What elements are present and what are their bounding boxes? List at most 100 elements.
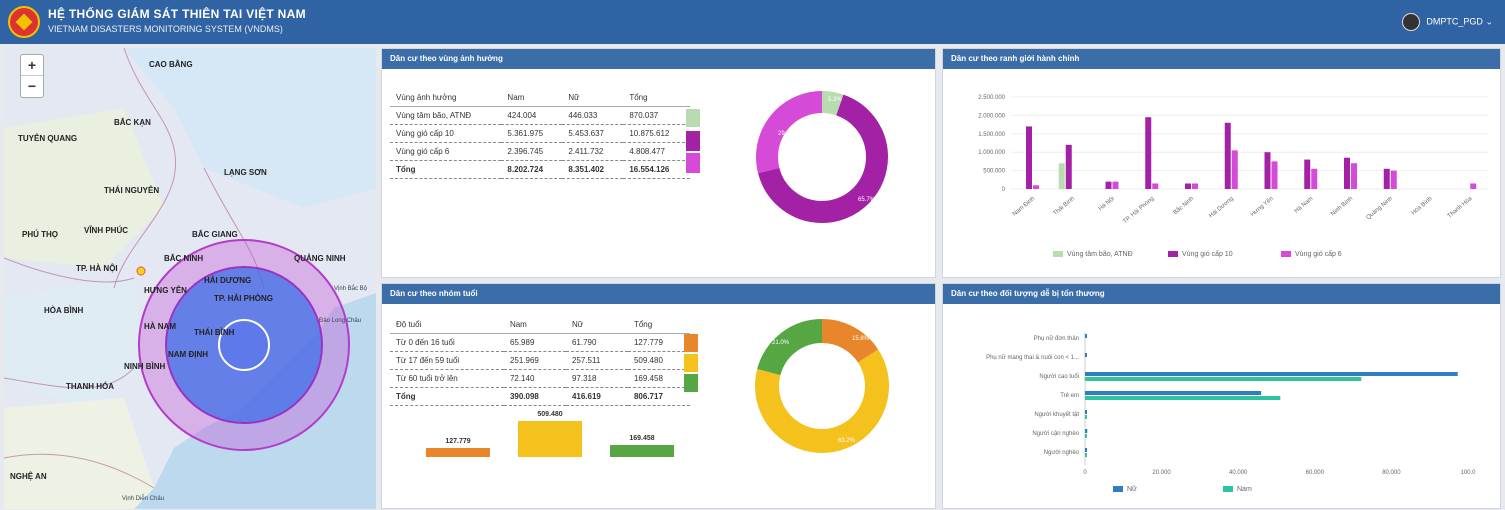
table-row: Từ 60 tuổi trở lên 72.140 97.318 169.458	[390, 369, 690, 388]
legend-swatch	[684, 354, 698, 372]
province-label: QUẢNG NINH	[294, 254, 346, 263]
table-row: Từ 0 đến 16 tuổi 65.989 61.790 127.779	[390, 333, 690, 352]
x-tick-label: Hưng Yên	[1250, 196, 1275, 218]
province-label: CAO BẰNG	[149, 60, 193, 69]
bar	[1271, 161, 1278, 189]
legend-item: Nữ	[1113, 486, 1137, 493]
x-tick-label: Hòa Bình	[1411, 196, 1434, 217]
y-tick-label: 1.000.000	[978, 150, 1005, 156]
bar	[1085, 396, 1281, 400]
col-header: Nữ	[562, 89, 624, 107]
admin-bar-chart: 2.500.000 2.000.000 1.500.000 1.000.000 500.…	[978, 95, 1488, 225]
age-group-panel: Dân cư theo nhóm tuổi Độ tuổi Nam Nữ Tổng T…	[381, 283, 936, 509]
x-tick-label: Ninh Bình	[1330, 196, 1354, 218]
zoom-out-button[interactable]: −	[21, 76, 43, 97]
table-row: Vùng gió cấp 10 5.361.975 5.453.637 10.875.…	[390, 124, 690, 143]
age-bar	[610, 445, 674, 457]
legend-swatch	[686, 153, 700, 173]
donut-label: 21.0%	[772, 340, 790, 346]
bar	[1085, 448, 1087, 452]
bar	[1231, 150, 1238, 189]
bar	[1224, 122, 1231, 189]
bar	[1390, 170, 1397, 189]
bar	[1383, 168, 1390, 189]
panel-title: Dân cư theo vùng ảnh hưởng	[382, 49, 935, 69]
bar	[1058, 163, 1065, 189]
x-tick-label: Hải Dương	[1208, 196, 1235, 220]
province-label: TP. HẢI PHÒNG	[214, 294, 273, 303]
province-label: HƯNG YÊN	[144, 286, 187, 295]
col-header: Nam	[503, 316, 566, 334]
legend-swatch	[684, 374, 698, 392]
bar	[1185, 183, 1191, 189]
category-label: Người khuyết tật	[1034, 412, 1079, 418]
province-label: TUYÊN QUANG	[18, 134, 78, 143]
province-label: THANH HÓA	[66, 382, 114, 391]
y-tick-label: 500.000	[983, 169, 1005, 175]
disaster-map[interactable]: + − CAO BẰNG BẮC KẠN TUYÊN QUANG LẠNG SƠ…	[4, 48, 376, 509]
category-label: Người cao tuổi	[1039, 373, 1079, 380]
legend-item: Vùng tâm bão, ATNĐ	[1053, 251, 1133, 258]
bar	[1085, 391, 1262, 395]
bar	[1026, 126, 1032, 189]
age-bar	[426, 447, 490, 457]
zoom-in-button[interactable]: +	[21, 55, 43, 76]
bar	[1085, 334, 1087, 338]
bar	[1085, 434, 1087, 438]
avatar	[1402, 13, 1421, 31]
age-group-table: Độ tuổi Nam Nữ Tổng Từ 0 đến 16 tuổi 65.989 6…	[390, 316, 690, 406]
category-label: Người cận nghèo	[1032, 431, 1079, 437]
user-menu[interactable]: DMPTC_PGD ⌄	[1402, 13, 1493, 31]
bar	[1085, 410, 1087, 414]
y-tick-label: 0	[1002, 187, 1006, 193]
table-row: Từ 17 đến 59 tuổi 251.969 257.511 509.480	[390, 351, 690, 370]
col-header: Độ tuổi	[390, 316, 504, 334]
province-label: THÁI BÌNH	[194, 328, 235, 337]
chevron-down-icon: ⌄	[1485, 16, 1493, 27]
y-tick-label: 2.000.000	[978, 113, 1005, 119]
x-tick-label: 20.000	[1152, 470, 1171, 476]
bar	[1304, 159, 1311, 189]
x-tick-label: 0	[1083, 470, 1087, 476]
province-label: BẮC GIANG	[192, 230, 238, 239]
x-tick-label: TP. Hải Phòng	[1122, 196, 1155, 225]
bar	[1085, 353, 1087, 357]
province-label: BẮC NINH	[164, 254, 204, 263]
bar	[1085, 429, 1088, 433]
x-tick-label: Hà Nam	[1294, 196, 1315, 215]
bar	[1145, 117, 1152, 189]
map-base	[4, 48, 376, 509]
sea-label: Vịnh Diễn Châu	[122, 496, 165, 502]
bar	[1152, 183, 1159, 189]
province-label: LẠNG SƠN	[224, 168, 267, 177]
province-label: HÀ NAM	[144, 322, 176, 331]
x-tick-label: 80.000	[1382, 470, 1401, 476]
legend-swatch	[686, 131, 700, 151]
donut-label: 15.8%	[852, 336, 870, 342]
province-label: THÁI NGUYÊN	[104, 186, 160, 195]
donut-label: 63.2%	[838, 438, 856, 444]
legend-swatch	[686, 109, 700, 127]
x-tick-label: Quảng Ninh	[1366, 196, 1394, 221]
age-bar	[518, 421, 582, 457]
bar	[1065, 144, 1072, 189]
bar	[1085, 415, 1087, 419]
col-header: Tổng	[627, 316, 690, 334]
donut-label: 5.3%	[828, 97, 842, 103]
province-label: NGHỆ AN	[10, 472, 47, 481]
zoom-controls: + −	[20, 54, 44, 98]
category-label: Người nghèo	[1044, 450, 1080, 456]
age-bar-label: 169.458	[629, 435, 655, 443]
donut-chart: 5.3% 29.0% 65.7%	[756, 91, 888, 223]
bar	[1344, 157, 1350, 189]
age-bar-label: 127.779	[445, 437, 471, 445]
x-tick-label: Nam Định	[1012, 196, 1036, 218]
legend-item: Nam	[1223, 486, 1252, 493]
app-subtitle: VIETNAM DISASTERS MONITORING SYSTEM (VND…	[48, 24, 283, 34]
bar	[1085, 453, 1087, 457]
bar	[1112, 181, 1119, 189]
bar	[1470, 183, 1477, 189]
table-total-row: Tổng 8.202.724 8.351.402 16.554.126	[390, 160, 690, 179]
bar	[1351, 163, 1357, 189]
admin-boundary-panel: Dân cư theo ranh giới hành chính 2.500.0…	[942, 48, 1501, 278]
